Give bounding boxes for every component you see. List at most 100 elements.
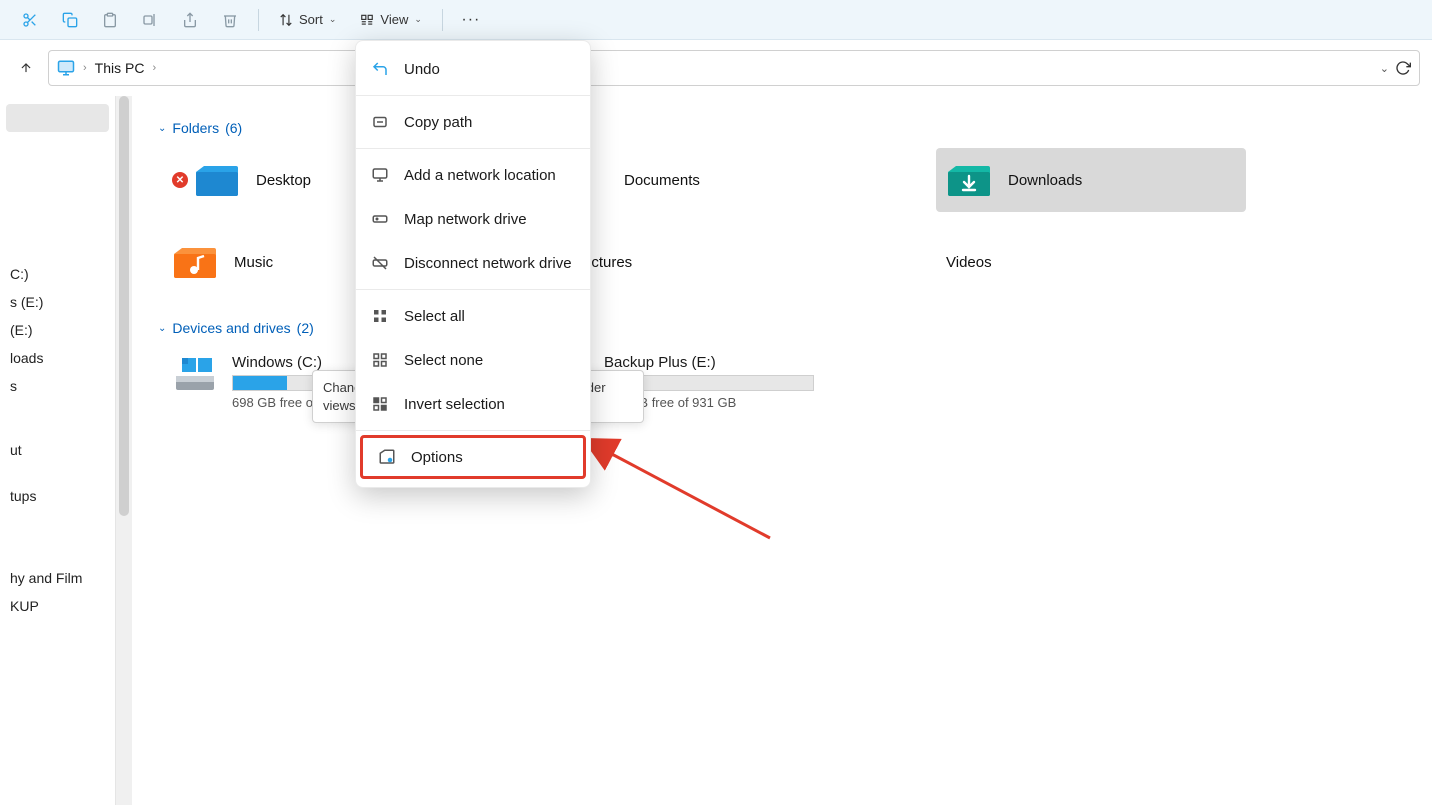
scrollbar-thumb[interactable] bbox=[119, 96, 129, 516]
view-icon bbox=[360, 13, 374, 27]
sidebar-item[interactable]: s bbox=[6, 372, 109, 400]
drive-name: Backup Plus (E:) bbox=[604, 354, 894, 371]
ctx-label: Disconnect network drive bbox=[404, 255, 572, 272]
sidebar-item[interactable] bbox=[6, 196, 109, 224]
folder-item-downloads[interactable]: Downloads bbox=[936, 148, 1246, 212]
folder-label: Videos bbox=[946, 254, 992, 271]
view-label: View bbox=[380, 12, 408, 27]
drives-section-header[interactable]: ⌄ Devices and drives (2) bbox=[158, 320, 1412, 336]
ctx-disconnect-network-drive[interactable]: Disconnect network drive bbox=[356, 241, 590, 285]
share-button[interactable] bbox=[172, 4, 208, 36]
annotation-arrow bbox=[590, 438, 780, 548]
chevron-down-icon: ⌄ bbox=[329, 14, 337, 25]
delete-button[interactable] bbox=[212, 4, 248, 36]
drive-fill bbox=[233, 376, 287, 390]
trash-icon bbox=[222, 12, 238, 28]
ctx-label: Copy path bbox=[404, 114, 472, 131]
sort-label: Sort bbox=[299, 12, 323, 27]
copy-button[interactable] bbox=[52, 4, 88, 36]
ctx-separator bbox=[356, 95, 590, 96]
sidebar-item[interactable] bbox=[6, 150, 109, 178]
share-icon bbox=[182, 12, 198, 28]
ctx-label: Options bbox=[411, 449, 463, 466]
clipboard-icon bbox=[102, 12, 118, 28]
copy-icon bbox=[62, 12, 78, 28]
copy-path-icon bbox=[370, 112, 390, 132]
folders-section-header[interactable]: ⌄ Folders (6) bbox=[158, 120, 1412, 136]
drive-icon bbox=[172, 354, 218, 394]
breadcrumb-location[interactable]: This PC bbox=[95, 60, 145, 76]
ctx-options[interactable]: Options bbox=[360, 435, 586, 479]
ctx-label: Select all bbox=[404, 308, 465, 325]
sidebar-item[interactable]: KUP bbox=[6, 592, 109, 620]
sidebar-scrollbar[interactable] bbox=[116, 96, 132, 805]
sidebar-item[interactable]: ut bbox=[6, 436, 109, 464]
music-icon bbox=[172, 243, 218, 281]
address-row: › This PC › ⌄ bbox=[0, 40, 1432, 96]
select-none-icon bbox=[370, 350, 390, 370]
ctx-select-none[interactable]: Select none bbox=[356, 338, 590, 382]
folders-grid: Desktop Documents Downloads Music Pictur bbox=[162, 148, 1412, 294]
ctx-invert-selection[interactable]: Invert selection bbox=[356, 382, 590, 426]
sidebar-item[interactable]: hy and Film bbox=[6, 564, 109, 592]
ctx-add-network-location[interactable]: Add a network location bbox=[356, 153, 590, 197]
chevron-down-icon: ⌄ bbox=[158, 323, 166, 334]
sidebar-item[interactable] bbox=[6, 104, 109, 132]
chevron-down-icon: ⌄ bbox=[158, 123, 166, 134]
rename-button[interactable] bbox=[132, 4, 168, 36]
folder-item-videos[interactable]: Videos bbox=[936, 230, 1246, 294]
map-drive-icon bbox=[370, 209, 390, 229]
sidebar-item[interactable]: (E:) bbox=[6, 316, 109, 344]
ctx-undo[interactable]: Undo bbox=[356, 47, 590, 91]
ctx-select-all[interactable]: Select all bbox=[356, 294, 590, 338]
sync-error-icon bbox=[172, 172, 188, 188]
undo-icon bbox=[370, 59, 390, 79]
sidebar: C:) s (E:) (E:) loads s ut tups hy and F… bbox=[0, 96, 116, 805]
ctx-copy-path[interactable]: Copy path bbox=[356, 100, 590, 144]
address-bar[interactable]: › This PC › ⌄ bbox=[48, 50, 1420, 86]
sidebar-item[interactable]: s (E:) bbox=[6, 288, 109, 316]
sidebar-item[interactable]: tups bbox=[6, 482, 109, 510]
network-location-icon bbox=[370, 165, 390, 185]
disconnect-drive-icon bbox=[370, 253, 390, 273]
more-button[interactable]: ··· bbox=[453, 4, 489, 36]
rename-icon bbox=[142, 12, 158, 28]
toolbar-separator bbox=[258, 9, 259, 31]
chevron-right-icon: › bbox=[152, 62, 156, 74]
context-menu: Undo Copy path Add a network location Ma… bbox=[355, 40, 591, 488]
ctx-label: Add a network location bbox=[404, 167, 556, 184]
ctx-map-network-drive[interactable]: Map network drive bbox=[356, 197, 590, 241]
chevron-down-icon: ⌄ bbox=[414, 14, 422, 25]
sidebar-item[interactable]: C:) bbox=[6, 260, 109, 288]
ctx-label: Map network drive bbox=[404, 211, 527, 228]
toolbar-separator bbox=[442, 9, 443, 31]
ctx-label: Invert selection bbox=[404, 396, 505, 413]
this-pc-icon bbox=[57, 59, 75, 77]
more-icon: ··· bbox=[461, 11, 480, 29]
drives-section-label: Devices and drives bbox=[172, 320, 290, 336]
nav-up-button[interactable] bbox=[12, 54, 40, 82]
select-all-icon bbox=[370, 306, 390, 326]
ctx-label: Select none bbox=[404, 352, 483, 369]
cut-button[interactable] bbox=[12, 4, 48, 36]
folder-label: Music bbox=[234, 254, 273, 271]
ctx-separator bbox=[356, 430, 590, 431]
folder-label: Desktop bbox=[256, 172, 311, 189]
ctx-separator bbox=[356, 148, 590, 149]
sidebar-item[interactable]: loads bbox=[6, 344, 109, 372]
view-button[interactable]: View ⌄ bbox=[350, 4, 432, 36]
paste-button[interactable] bbox=[92, 4, 128, 36]
refresh-icon[interactable] bbox=[1395, 60, 1411, 76]
folder-label: Documents bbox=[624, 172, 700, 189]
drives-section-count: (2) bbox=[297, 320, 314, 336]
sort-button[interactable]: Sort ⌄ bbox=[269, 4, 346, 36]
options-icon bbox=[377, 447, 397, 467]
toolbar: Sort ⌄ View ⌄ ··· bbox=[0, 0, 1432, 40]
arrow-up-icon bbox=[19, 61, 33, 75]
ctx-label: Undo bbox=[404, 61, 440, 78]
folder-label: Downloads bbox=[1008, 172, 1082, 189]
downloads-icon bbox=[946, 161, 992, 199]
folders-section-count: (6) bbox=[225, 120, 242, 136]
history-chevron-down-icon[interactable]: ⌄ bbox=[1380, 62, 1389, 75]
folder-item-documents[interactable]: Documents bbox=[614, 148, 924, 212]
